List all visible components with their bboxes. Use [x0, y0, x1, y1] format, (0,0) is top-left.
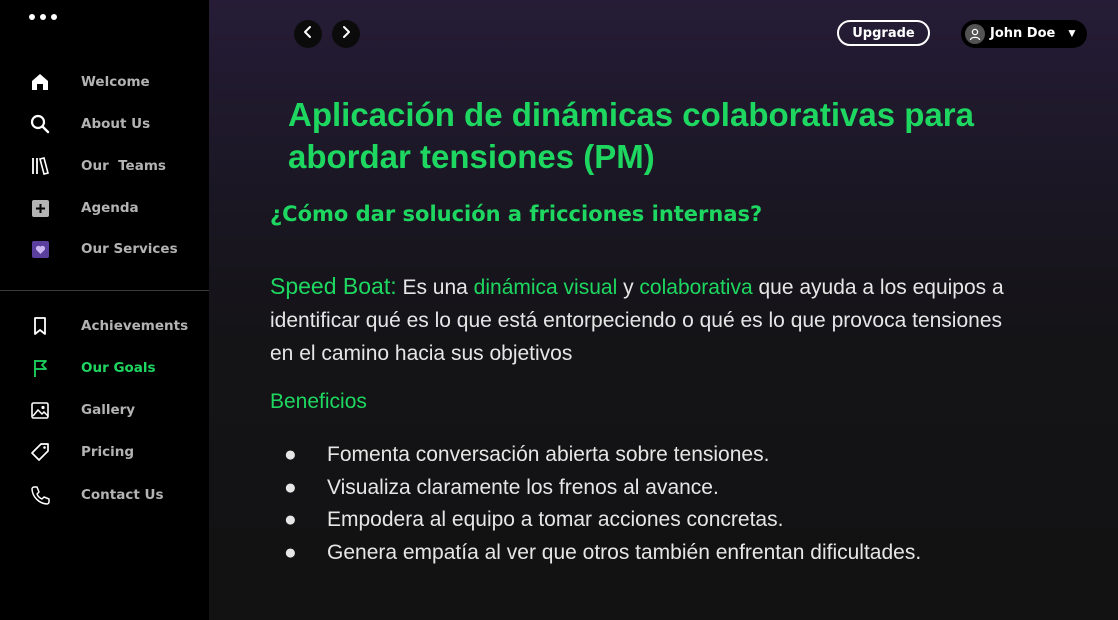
image-icon — [29, 399, 51, 421]
list-item-text: Fomenta conversación abierta sobre tensi… — [327, 443, 770, 466]
bullet-icon: ● — [284, 508, 297, 532]
bullet-icon: ● — [284, 541, 297, 565]
heart-square-icon — [29, 238, 51, 260]
upgrade-button[interactable]: Upgrade — [837, 20, 930, 46]
bookmark-icon — [29, 315, 51, 337]
main-content: Upgrade John Doe ▼ Aplicación de dinámic… — [209, 0, 1118, 620]
description-paragraph: Speed Boat: Es una dinámica visual y col… — [270, 270, 1030, 370]
user-icon — [965, 24, 985, 44]
bullet-icon: ● — [284, 475, 297, 499]
list-item-text: Genera empatía al ver que otros también … — [327, 541, 922, 565]
tag-icon — [29, 441, 51, 463]
caret-down-icon: ▼ — [1066, 26, 1078, 40]
benefits-heading: Beneficios — [270, 390, 367, 413]
sidebar-item-label: About Us — [81, 116, 151, 132]
sidebar-item-achievements[interactable]: Achievements — [0, 311, 209, 341]
sidebar-item-our-services[interactable]: Our Services — [0, 234, 209, 264]
library-icon — [29, 155, 51, 177]
sidebar-item-our-teams[interactable]: Our Teams — [0, 151, 209, 181]
user-menu-button[interactable]: John Doe ▼ — [961, 20, 1087, 48]
para-text: y — [617, 276, 640, 299]
phone-icon — [29, 484, 51, 506]
sidebar-divider — [0, 290, 209, 291]
list-item-text: Empodera al equipo a tomar acciones conc… — [327, 508, 784, 532]
sidebar-item-label: Gallery — [81, 402, 136, 418]
sidebar-item-label: Pricing — [81, 444, 135, 460]
bullet-icon: ● — [284, 443, 297, 466]
home-icon — [29, 71, 51, 93]
sidebar-item-label: Agenda — [81, 200, 139, 216]
chevron-left-icon — [301, 25, 315, 44]
sidebar-item-about-us[interactable]: About Us — [0, 109, 209, 139]
sidebar-item-label: Our Goals — [81, 360, 156, 376]
search-icon — [29, 113, 51, 135]
plus-square-icon — [29, 197, 51, 219]
page-title: Aplicación de dinámicas colaborativas pa… — [288, 96, 974, 175]
sidebar-item-label: Our Services — [81, 241, 178, 257]
more-options-icon[interactable] — [29, 14, 57, 20]
sidebar-item-welcome[interactable]: Welcome — [0, 67, 209, 97]
highlight-collaborative: colaborativa — [639, 276, 753, 299]
sidebar-item-gallery[interactable]: Gallery — [0, 395, 209, 425]
user-name: John Doe — [990, 26, 1056, 41]
term-speed-boat: Speed Boat: — [270, 273, 397, 299]
sidebar-item-label: Welcome — [81, 74, 150, 90]
sidebar-item-agenda[interactable]: Agenda — [0, 193, 209, 223]
chevron-right-icon — [339, 25, 353, 44]
flag-icon — [29, 357, 51, 379]
sidebar: Welcome About Us Our Teams Agenda Our Se… — [0, 0, 209, 620]
highlight-visual: dinámica visual — [473, 276, 618, 299]
forward-button[interactable] — [332, 20, 360, 48]
sidebar-item-pricing[interactable]: Pricing — [0, 437, 209, 467]
sidebar-item-label: Our Teams — [81, 158, 166, 174]
sidebar-item-contact-us[interactable]: Contact Us — [0, 480, 209, 510]
list-item-text: Visualiza claramente los frenos al avanc… — [327, 475, 719, 499]
sidebar-item-label: Contact Us — [81, 487, 164, 503]
para-text: Es una — [396, 276, 474, 299]
page-subtitle: ¿Cómo dar solución a fricciones internas… — [270, 202, 763, 226]
sidebar-item-label: Achievements — [81, 318, 189, 334]
sidebar-item-our-goals[interactable]: Our Goals — [0, 353, 209, 383]
back-button[interactable] — [294, 20, 322, 48]
